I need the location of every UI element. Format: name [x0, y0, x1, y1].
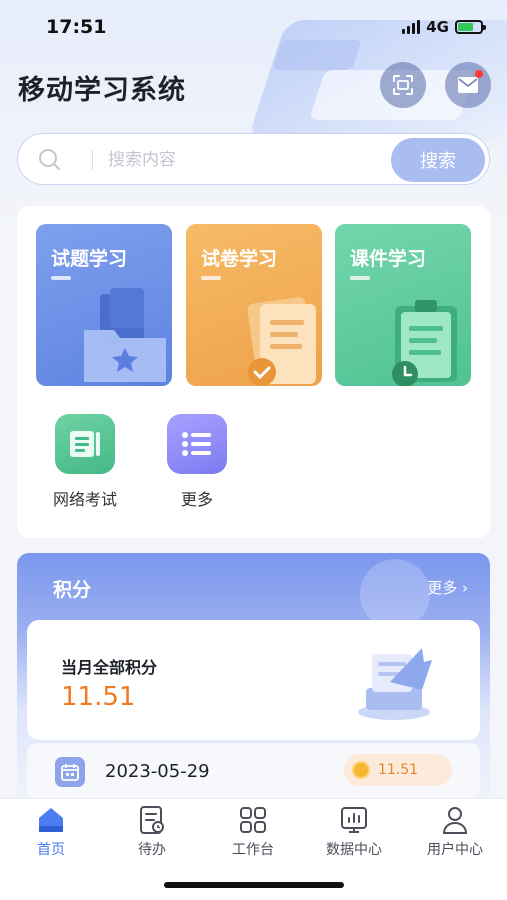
- home-indicator: [164, 882, 344, 888]
- card-underline: [350, 276, 370, 280]
- entry-label: 更多: [180, 490, 213, 509]
- card-label: 课件学习: [350, 248, 427, 270]
- tab-label: 待办: [138, 842, 166, 858]
- points-award-icon: [358, 648, 432, 720]
- tab-home[interactable]: 首页: [1, 805, 101, 859]
- home-icon: [39, 808, 63, 832]
- user-icon: [442, 807, 468, 834]
- entry-label: 网络考试: [52, 490, 117, 509]
- unread-badge: [475, 70, 483, 78]
- search-icon: [39, 149, 60, 170]
- learning-panel: 试题学习 试卷学习 课件学习 网络考试 更多: [17, 206, 490, 538]
- message-button[interactable]: [445, 62, 491, 108]
- tab-todo[interactable]: 待办: [102, 805, 202, 859]
- search-button[interactable]: 搜索: [391, 138, 485, 182]
- search-divider: [92, 150, 93, 170]
- monthly-points-label: 当月全部积分: [61, 658, 158, 677]
- tab-label: 工作台: [232, 842, 274, 858]
- search-input[interactable]: [108, 147, 388, 173]
- tab-label: 用户中心: [427, 842, 483, 858]
- card-underline: [51, 276, 71, 280]
- scan-button[interactable]: [380, 62, 426, 108]
- coin-icon: [352, 761, 370, 779]
- points-title: 积分: [53, 579, 92, 601]
- signal-icon: [402, 20, 421, 34]
- monthly-points-value: 11.51: [61, 682, 136, 712]
- data-center-icon: [341, 807, 367, 833]
- envelope-icon: [458, 77, 478, 93]
- points-decoration: [360, 559, 430, 629]
- record-date: 2023-05-29: [105, 761, 210, 782]
- status-time: 17:51: [46, 16, 107, 38]
- tab-label: 数据中心: [326, 842, 382, 858]
- battery-icon: [455, 20, 486, 34]
- monthly-points-card: 当月全部积分 11.51: [27, 620, 480, 740]
- points-section: 积分 更多 › 当月全部积分 11.51 2023-05-29 11.51: [17, 553, 490, 813]
- record-score-badge: 11.51: [344, 754, 452, 786]
- network-type: 4G: [426, 18, 449, 36]
- card-label: 试题学习: [51, 248, 128, 270]
- status-indicators: 4G: [402, 18, 486, 36]
- todo-icon: [140, 806, 164, 834]
- points-more-link[interactable]: 更多 ›: [427, 577, 468, 598]
- paper-check-icon: [247, 297, 316, 386]
- list-more-icon: [167, 414, 227, 474]
- card-underline: [201, 276, 221, 280]
- status-bar: 17:51 4G: [0, 0, 507, 52]
- workbench-icon: [240, 807, 266, 833]
- online-exam-entry[interactable]: 网络考试: [45, 414, 125, 510]
- question-study-card[interactable]: 试题学习: [36, 224, 172, 386]
- courseware-study-card[interactable]: 课件学习: [335, 224, 471, 386]
- tab-data-center[interactable]: 数据中心: [304, 805, 404, 859]
- more-entry[interactable]: 更多: [157, 414, 237, 510]
- tab-workbench[interactable]: 工作台: [203, 805, 303, 859]
- scan-icon: [393, 75, 413, 95]
- more-label: 更多: [427, 579, 458, 597]
- exam-paper-study-card[interactable]: 试卷学习: [186, 224, 322, 386]
- tab-label: 首页: [37, 842, 65, 858]
- card-label: 试卷学习: [201, 248, 278, 270]
- page-title: 移动学习系统: [18, 75, 186, 106]
- exam-doc-icon: [55, 414, 115, 474]
- record-score: 11.51: [378, 762, 419, 778]
- chevron-right-icon: ›: [462, 579, 468, 597]
- tab-user-center[interactable]: 用户中心: [405, 805, 505, 859]
- points-record-row[interactable]: 2023-05-29 11.51: [27, 743, 480, 799]
- clipboard-clock-icon: [392, 300, 457, 386]
- calendar-icon: [55, 757, 85, 787]
- folder-star-icon: [84, 288, 166, 382]
- search-bar: 搜索: [17, 133, 490, 185]
